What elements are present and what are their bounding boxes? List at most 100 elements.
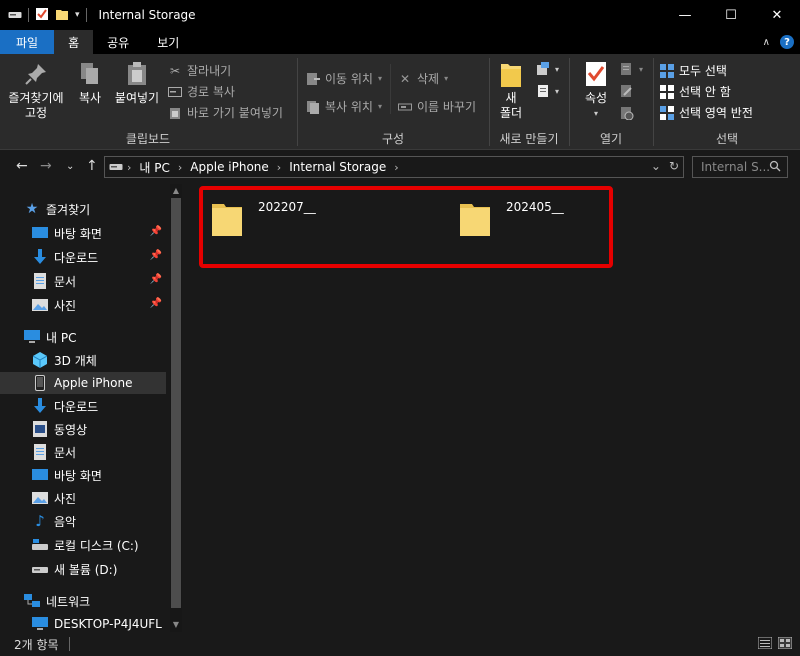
open-button[interactable]: ▾ — [620, 62, 643, 76]
sidebar-item-downloads[interactable]: 다운로드 — [0, 395, 166, 417]
folder-item[interactable]: 202207__ — [212, 198, 316, 236]
rename-icon — [398, 100, 412, 114]
delete-button[interactable]: ✕ 삭제 ▾ — [398, 70, 448, 87]
scroll-down-icon[interactable]: ▼ — [171, 620, 181, 629]
search-box[interactable]: Internal S... — [692, 156, 788, 178]
sidebar-item-videos[interactable]: 동영상 — [0, 418, 166, 440]
breadcrumb-internal-storage[interactable]: Internal Storage — [285, 160, 390, 174]
scroll-up-icon[interactable]: ▲ — [171, 186, 181, 195]
select-all-button[interactable]: 모두 선택 — [660, 62, 727, 79]
organize-group-label: 구성 — [381, 132, 405, 146]
sidebar-item-documents-pinned[interactable]: 문서 📌 — [0, 270, 166, 292]
desktop-icon — [32, 467, 48, 483]
sidebar-item-apple-iphone[interactable]: Apple iPhone — [0, 372, 166, 394]
large-icons-view-icon[interactable] — [777, 636, 793, 652]
forward-arrow-icon[interactable]: → — [40, 158, 52, 174]
sidebar-item-documents[interactable]: 문서 — [0, 441, 166, 463]
chevron-down-icon: ▾ — [377, 102, 382, 111]
paste-shortcut-button[interactable]: 바로 가기 붙여넣기 — [168, 104, 283, 121]
pin-icon[interactable]: 📌 — [150, 250, 162, 261]
copy-button[interactable]: 복사 — [72, 60, 108, 106]
refresh-icon[interactable]: ↻ — [669, 159, 679, 173]
help-icon[interactable]: ? — [780, 35, 794, 49]
sidebar-item-3d-objects[interactable]: 3D 개체 — [0, 349, 166, 371]
new-item-button[interactable]: ▾ — [536, 62, 559, 76]
up-arrow-icon[interactable]: ↑ — [86, 158, 98, 174]
customize-chevron-icon[interactable]: ▾ — [75, 10, 80, 20]
back-arrow-icon[interactable]: ← — [16, 158, 28, 174]
file-list[interactable]: 202207__ 202405__ — [184, 184, 800, 632]
folder-icon — [212, 204, 242, 236]
cut-button[interactable]: ✂ 잘라내기 — [168, 62, 231, 79]
sidebar-item-new-volume-d[interactable]: 새 볼륨 (D:) — [0, 558, 166, 580]
breadcrumb-chevron-icon[interactable]: › — [273, 161, 285, 174]
breadcrumb-chevron-icon[interactable]: › — [123, 161, 135, 174]
breadcrumb-chevron-icon[interactable]: › — [390, 161, 402, 174]
new-folder-icon — [497, 60, 525, 88]
tab-file[interactable]: 파일 — [0, 30, 55, 54]
copy-to-button[interactable]: 복사 위치 ▾ — [306, 98, 382, 115]
sidebar-item-local-disk-c[interactable]: 로컬 디스크 (C:) — [0, 534, 166, 556]
details-view-icon[interactable] — [757, 636, 773, 652]
address-bar[interactable]: › 내 PC › Apple iPhone › Internal Storage… — [104, 156, 684, 178]
collapse-ribbon-icon[interactable]: ∧ — [763, 37, 770, 48]
sidebar-label: 내 PC — [46, 330, 77, 345]
breadcrumb-this-pc[interactable]: 내 PC — [135, 159, 173, 176]
sidebar-item-quick-access[interactable]: ★ 즐겨찾기 — [0, 198, 166, 220]
sidebar-item-network[interactable]: 네트워크 — [0, 590, 166, 612]
new-folder-icon[interactable] — [55, 7, 69, 24]
recent-chevron-icon[interactable]: ⌄ — [66, 161, 74, 172]
pin-icon[interactable]: 📌 — [150, 226, 162, 237]
search-icon — [769, 160, 781, 175]
sidebar-item-downloads-pinned[interactable]: 다운로드 📌 — [0, 246, 166, 268]
invert-selection-button[interactable]: 선택 영역 반전 — [660, 104, 753, 121]
properties-button[interactable]: 속성 ▾ — [578, 60, 614, 121]
title-bar: ▾ Internal Storage — ☐ ✕ — [0, 0, 800, 30]
ribbon-tabs: 파일 홈 공유 보기 ∧ ? — [0, 30, 800, 54]
address-dropdown-icon[interactable]: ⌄ — [651, 159, 661, 173]
pin-to-quick-access-button[interactable]: 즐겨찾기에 고정 — [6, 60, 66, 121]
sidebar-label: 사진 — [54, 298, 77, 313]
sidebar-item-music[interactable]: ♪ 음악 — [0, 510, 166, 532]
copy-path-button[interactable]: 경로 복사 — [168, 83, 235, 100]
pictures-icon — [32, 490, 48, 506]
pin-icon[interactable]: 📌 — [150, 274, 162, 285]
folder-item[interactable]: 202405__ — [460, 198, 564, 236]
history-button[interactable] — [620, 106, 634, 120]
history-icon — [620, 106, 634, 120]
tab-share[interactable]: 공유 — [93, 30, 143, 54]
sidebar-item-desktop-computer[interactable]: DESKTOP-P4J4UFL — [0, 613, 166, 632]
folder-icon — [460, 204, 490, 236]
move-to-button[interactable]: 이동 위치 ▾ — [306, 70, 382, 87]
sidebar-item-desktop[interactable]: 바탕 화면 — [0, 464, 166, 486]
easy-access-icon — [536, 84, 550, 98]
easy-access-button[interactable]: ▾ — [536, 84, 559, 98]
breadcrumb-apple-iphone[interactable]: Apple iPhone — [186, 160, 272, 174]
edit-button[interactable] — [620, 84, 634, 98]
tab-view[interactable]: 보기 — [143, 30, 193, 54]
delete-label: 삭제 — [417, 72, 440, 86]
sidebar-item-pictures-pinned[interactable]: 사진 📌 — [0, 294, 166, 316]
tab-home[interactable]: 홈 — [54, 30, 94, 54]
paste-button[interactable]: 붙여넣기 — [112, 60, 162, 106]
pin-icon[interactable]: 📌 — [150, 298, 162, 309]
maximize-button[interactable]: ☐ — [708, 0, 754, 30]
phone-icon — [32, 375, 48, 391]
properties-icon[interactable] — [35, 7, 49, 24]
drive-icon — [32, 561, 48, 577]
new-folder-button[interactable]: 새 폴더 — [496, 60, 526, 121]
sidebar-item-pictures[interactable]: 사진 — [0, 487, 166, 509]
rename-button[interactable]: 이름 바꾸기 — [398, 98, 476, 115]
invert-selection-icon — [660, 105, 674, 120]
edit-icon — [620, 84, 634, 98]
document-icon — [32, 273, 48, 289]
sidebar-scroll-thumb[interactable] — [171, 198, 181, 608]
rename-label: 이름 바꾸기 — [417, 100, 477, 114]
breadcrumb-chevron-icon[interactable]: › — [174, 161, 186, 174]
select-none-button[interactable]: 선택 안 함 — [660, 83, 731, 100]
minimize-button[interactable]: — — [662, 0, 708, 30]
close-button[interactable]: ✕ — [754, 0, 800, 30]
sidebar-item-this-pc[interactable]: 내 PC — [0, 326, 166, 348]
sidebar-item-desktop-pinned[interactable]: 바탕 화면 📌 — [0, 222, 166, 244]
path-icon — [168, 85, 182, 99]
